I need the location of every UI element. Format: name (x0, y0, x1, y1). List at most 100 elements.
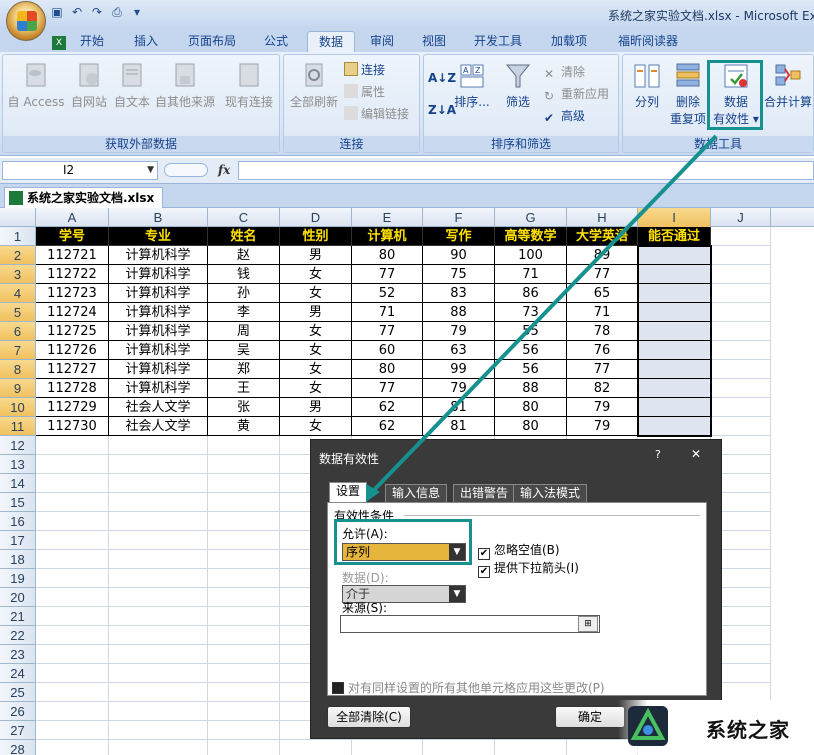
table-cell[interactable]: 计算机科学 (109, 360, 208, 379)
qat-customize-icon[interactable]: ▾ (130, 5, 144, 19)
table-cell[interactable]: 100 (495, 246, 567, 265)
column-header-b[interactable]: B (109, 208, 208, 227)
table-cell[interactable]: 52 (352, 284, 423, 303)
empty-cell[interactable] (280, 740, 352, 755)
reapply-button[interactable]: ↻ 重新应用 (544, 85, 609, 103)
tab-formulas[interactable]: 公式 (254, 31, 298, 52)
empty-cell[interactable] (711, 379, 771, 398)
table-cell[interactable]: 112728 (36, 379, 109, 398)
from-text-button[interactable]: 自文本 (111, 61, 153, 110)
table-cell[interactable]: 男 (280, 303, 352, 322)
table-cell[interactable]: 郑 (208, 360, 280, 379)
table-cell[interactable]: 60 (352, 341, 423, 360)
table-cell[interactable]: 83 (423, 284, 495, 303)
table-cell[interactable]: 计算机科学 (109, 284, 208, 303)
empty-cell[interactable] (352, 740, 423, 755)
ignore-blank-checkbox[interactable]: ✔ 忽略空值(B) (478, 541, 560, 560)
table-cell[interactable]: 女 (280, 341, 352, 360)
tab-page-layout[interactable]: 页面布局 (180, 31, 244, 52)
tab-insert[interactable]: 插入 (124, 31, 168, 52)
empty-cell[interactable] (36, 474, 109, 493)
table-cell[interactable]: 计算机科学 (109, 322, 208, 341)
table-cell[interactable]: 112724 (36, 303, 109, 322)
table-cell[interactable]: 86 (495, 284, 567, 303)
row-header-25[interactable]: 25 (0, 683, 36, 702)
empty-cell[interactable] (423, 740, 495, 755)
table-header-cell[interactable]: 高等数学 (495, 227, 567, 246)
empty-cell[interactable] (36, 626, 109, 645)
table-cell[interactable]: 56 (495, 360, 567, 379)
empty-cell[interactable] (711, 360, 771, 379)
from-other-sources-button[interactable]: 自其他来源 (153, 61, 217, 110)
row-header-4[interactable]: 4 (0, 284, 36, 303)
ok-button[interactable]: 确定 (555, 706, 625, 728)
empty-cell[interactable] (711, 246, 771, 265)
table-cell[interactable]: 82 (567, 379, 638, 398)
table-cell[interactable]: 81 (423, 398, 495, 417)
row-header-28[interactable]: 28 (0, 740, 36, 755)
table-header-cell[interactable]: 计算机 (352, 227, 423, 246)
table-cell[interactable]: 80 (495, 398, 567, 417)
empty-cell[interactable] (109, 493, 208, 512)
table-cell[interactable]: 社会人文学 (109, 417, 208, 436)
empty-cell[interactable] (208, 569, 280, 588)
table-cell[interactable]: 女 (280, 417, 352, 436)
column-header-c[interactable]: C (208, 208, 280, 227)
table-cell[interactable]: 女 (280, 360, 352, 379)
table-cell[interactable]: 78 (567, 322, 638, 341)
row-header-21[interactable]: 21 (0, 607, 36, 626)
table-cell[interactable]: 张 (208, 398, 280, 417)
table-cell[interactable]: 男 (280, 398, 352, 417)
column-header-d[interactable]: D (280, 208, 352, 227)
save-icon[interactable]: ▣ (50, 5, 64, 19)
close-icon[interactable]: ✕ (691, 447, 701, 461)
empty-cell[interactable] (36, 436, 109, 455)
row-header-18[interactable]: 18 (0, 550, 36, 569)
sort-button[interactable]: AZ 排序... (452, 61, 492, 110)
empty-cell[interactable] (36, 455, 109, 474)
tab-home[interactable]: 开始 (70, 31, 114, 52)
empty-cell[interactable] (711, 417, 771, 436)
empty-cell[interactable] (36, 683, 109, 702)
table-cell[interactable]: 赵 (208, 246, 280, 265)
tab-input-message[interactable]: 输入信息 (385, 484, 448, 502)
empty-cell[interactable] (109, 626, 208, 645)
table-cell[interactable]: 71 (352, 303, 423, 322)
table-cell[interactable]: 99 (423, 360, 495, 379)
table-cell[interactable]: 女 (280, 379, 352, 398)
table-cell[interactable]: 76 (567, 341, 638, 360)
row-header-1[interactable]: 1 (0, 227, 36, 246)
table-cell[interactable]: 71 (567, 303, 638, 322)
table-cell[interactable]: 77 (352, 379, 423, 398)
table-cell[interactable]: 81 (423, 417, 495, 436)
empty-cell[interactable] (109, 455, 208, 474)
empty-cell[interactable] (109, 645, 208, 664)
empty-cell[interactable] (208, 474, 280, 493)
column-header-e[interactable]: E (352, 208, 423, 227)
table-cell[interactable]: 吴 (208, 341, 280, 360)
table-cell[interactable]: 112723 (36, 284, 109, 303)
column-header-g[interactable]: G (495, 208, 567, 227)
empty-cell[interactable] (208, 721, 280, 740)
filter-button[interactable]: 筛选 (500, 61, 536, 110)
table-cell[interactable]: 112729 (36, 398, 109, 417)
dropdown-arrow-checkbox[interactable]: ✔ 提供下拉箭头(I) (478, 559, 579, 578)
column-header-a[interactable]: A (36, 208, 109, 227)
range-picker-icon[interactable]: ⊞ (578, 616, 598, 632)
row-header-24[interactable]: 24 (0, 664, 36, 683)
row-header-2[interactable]: 2 (0, 246, 36, 265)
empty-cell[interactable] (208, 683, 280, 702)
tab-developer[interactable]: 开发工具 (466, 31, 530, 52)
empty-cell[interactable] (109, 512, 208, 531)
empty-cell[interactable] (36, 721, 109, 740)
table-cell[interactable]: 55 (495, 322, 567, 341)
table-cell[interactable]: 88 (495, 379, 567, 398)
column-header-f[interactable]: F (423, 208, 495, 227)
empty-cell[interactable] (109, 436, 208, 455)
empty-cell[interactable] (109, 702, 208, 721)
table-cell[interactable]: 黄 (208, 417, 280, 436)
row-header-5[interactable]: 5 (0, 303, 36, 322)
row-header-12[interactable]: 12 (0, 436, 36, 455)
row-header-20[interactable]: 20 (0, 588, 36, 607)
table-cell[interactable]: 63 (423, 341, 495, 360)
